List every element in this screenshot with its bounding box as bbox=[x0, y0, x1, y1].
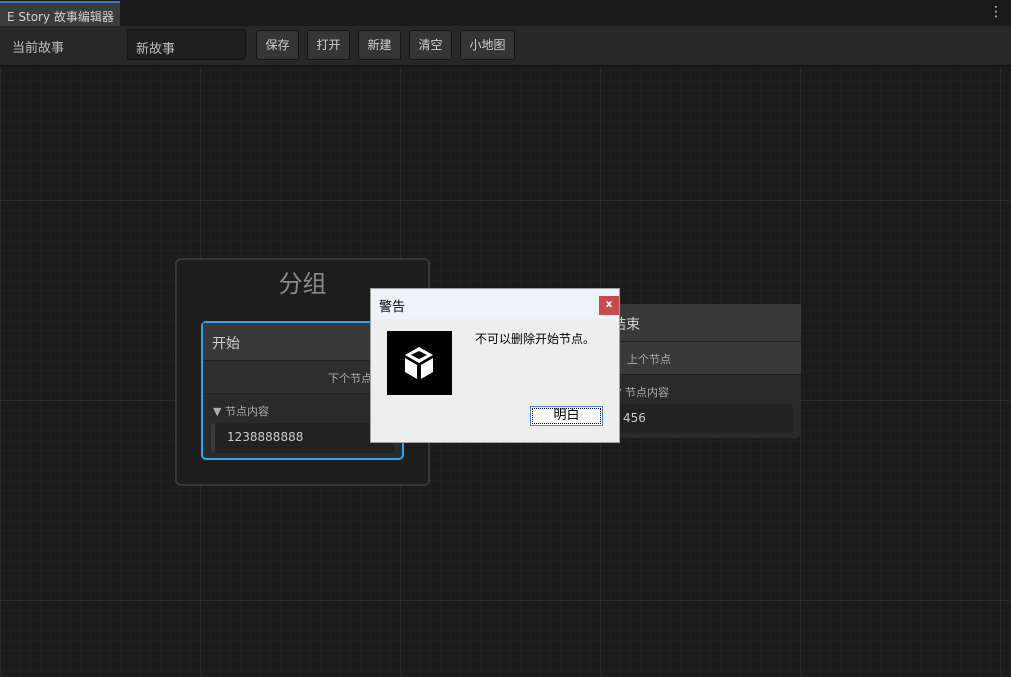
close-button[interactable]: x bbox=[599, 296, 619, 315]
dialog-title: 警告 bbox=[371, 289, 619, 319]
open-button[interactable]: 打开 bbox=[307, 30, 350, 60]
toolbar: 当前故事 新故事 保存 打开 新建 清空 小地图 bbox=[0, 26, 1011, 66]
content-foldout[interactable]: ▼ 节点内容 bbox=[603, 375, 801, 404]
foldout-label: 节点内容 bbox=[625, 386, 669, 399]
ok-button[interactable]: 明白 bbox=[530, 406, 603, 426]
content-field[interactable]: 1238888888 bbox=[211, 423, 394, 453]
current-story-label: 当前故事 bbox=[12, 37, 64, 56]
end-node[interactable]: 结束 上个节点 ▼ 节点内容 456 bbox=[603, 304, 801, 438]
foldout-label: 节点内容 bbox=[225, 405, 269, 418]
window-tab[interactable]: E Story 故事编辑器 bbox=[0, 1, 120, 26]
story-name-input[interactable]: 新故事 bbox=[127, 29, 246, 60]
save-button[interactable]: 保存 bbox=[256, 30, 299, 60]
clear-button[interactable]: 清空 bbox=[409, 30, 452, 60]
previous-node-port[interactable]: 上个节点 bbox=[603, 342, 801, 375]
content-field[interactable]: 456 bbox=[611, 404, 793, 434]
new-button[interactable]: 新建 bbox=[358, 30, 401, 60]
end-node-title: 结束 bbox=[603, 304, 801, 342]
warning-dialog: 警告 x 不可以删除开始节点。 明白 bbox=[370, 288, 620, 443]
unity-logo-icon bbox=[387, 331, 452, 395]
triangle-down-icon: ▼ bbox=[213, 405, 221, 418]
tab-bar: E Story 故事编辑器 ⋮ bbox=[0, 0, 1011, 26]
kebab-menu-icon[interactable]: ⋮ bbox=[989, 4, 1003, 20]
minimap-button[interactable]: 小地图 bbox=[460, 30, 515, 60]
dialog-message: 不可以删除开始节点。 bbox=[475, 330, 595, 347]
